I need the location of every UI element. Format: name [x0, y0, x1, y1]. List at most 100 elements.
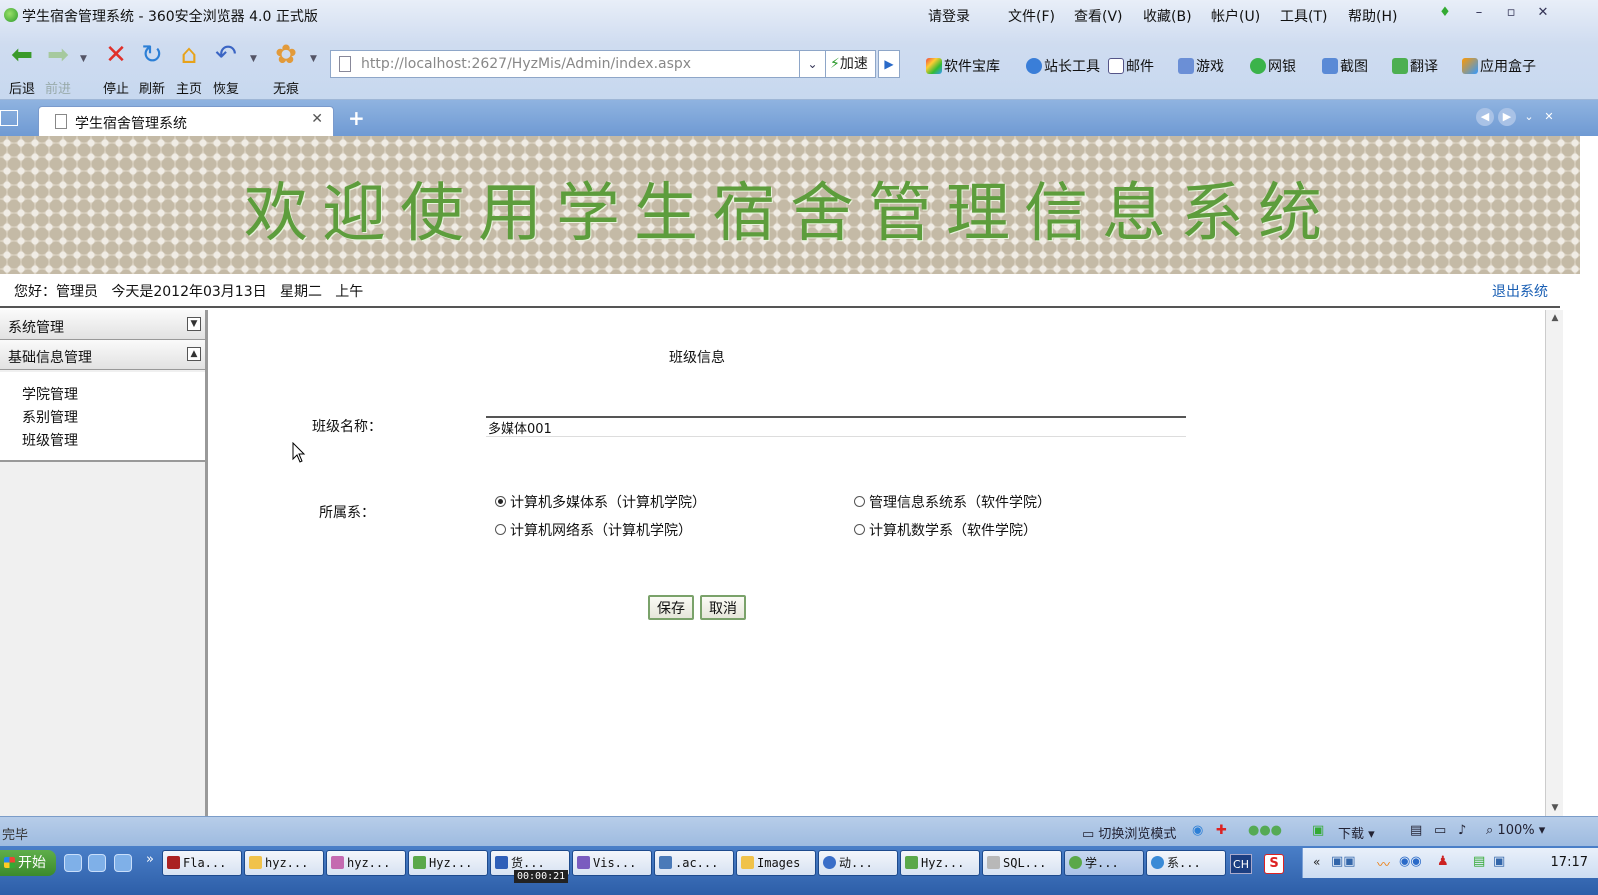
tool-app-box[interactable]: 应用盒子 — [1462, 56, 1536, 76]
address-dropdown-icon[interactable]: ⌄ — [800, 50, 826, 78]
class-name-input[interactable] — [486, 416, 1186, 437]
tool-screenshot[interactable]: 截图 — [1322, 56, 1368, 76]
tool-translate[interactable]: 翻译 — [1392, 56, 1438, 76]
address-bar[interactable]: http://localhost:2627/HyzMis/Admin/index… — [330, 50, 800, 78]
save-button[interactable]: 保存 — [648, 595, 694, 620]
stop-button[interactable]: ✕ 停止 — [96, 40, 136, 97]
incognito-button[interactable]: ✿ 无痕 — [266, 40, 306, 97]
vertical-scrollbar[interactable]: ▲ ▼ — [1545, 310, 1563, 816]
quicklaunch-app-icon[interactable] — [64, 854, 82, 872]
tool-games[interactable]: 游戏 — [1178, 56, 1224, 76]
menu-view[interactable]: 查看(V) — [1074, 6, 1123, 26]
expand-icon[interactable]: ▼ — [187, 317, 201, 331]
maximize-icon[interactable]: ▫ — [1502, 4, 1520, 22]
forward-dropdown-icon[interactable]: ▼ — [80, 54, 87, 64]
task-dorm-browser[interactable]: 学... — [1064, 850, 1144, 876]
nav-section-system[interactable]: 系统管理 ▼ — [0, 310, 205, 340]
tray-expand-icon[interactable]: « — [1313, 855, 1320, 869]
address-url[interactable]: http://localhost:2627/HyzMis/Admin/index… — [361, 56, 691, 72]
menu-help[interactable]: 帮助(H) — [1348, 6, 1397, 26]
screenshot-icon — [1322, 58, 1338, 74]
task-hyz-4[interactable]: Hyz... — [900, 850, 980, 876]
qq-icon[interactable]: ♟ — [1437, 854, 1449, 869]
logout-link[interactable]: 退出系统 — [1492, 281, 1548, 301]
go-button[interactable]: ▶ — [878, 50, 900, 78]
start-button[interactable]: 开始 — [0, 850, 56, 876]
forward-button[interactable]: ➡ 前进 — [38, 40, 78, 97]
accelerate-button[interactable]: ⚡加速 — [826, 50, 876, 78]
task-hyz-2[interactable]: hyz... — [326, 850, 406, 876]
menu-tools[interactable]: 工具(T) — [1280, 6, 1327, 26]
scroll-down-icon[interactable]: ▼ — [1549, 802, 1561, 814]
sidebar-toggle-icon[interactable] — [0, 110, 18, 126]
task-hyz-3[interactable]: Hyz... — [408, 850, 488, 876]
tray-monitor-icon[interactable]: ▤ — [1473, 854, 1485, 869]
cancel-button[interactable]: 取消 — [700, 595, 746, 620]
nav-item-college[interactable]: 学院管理 — [22, 384, 78, 404]
nav-item-class[interactable]: 班级管理 — [22, 430, 78, 450]
greeting-bar: 您好：管理员 今天是2012年03月13日 星期二 上午 退出系统 — [0, 274, 1560, 308]
tool-webmaster[interactable]: 站长工具 — [1026, 56, 1100, 76]
zoom-control[interactable]: ⌕ 100% ▾ — [1486, 823, 1545, 838]
dept-radio-mis[interactable]: 管理信息系统系（软件学院） — [854, 492, 1051, 512]
download-button[interactable]: 下载 ▾ — [1338, 823, 1375, 842]
task-animation[interactable]: 动... — [818, 850, 898, 876]
speaker-icon[interactable]: ♪ — [1458, 823, 1466, 838]
tray-app-icon[interactable]: 〰 — [1377, 854, 1390, 873]
new-tab-icon[interactable]: + — [348, 106, 365, 130]
scroll-tabs-right-icon[interactable]: ▶ — [1498, 108, 1516, 126]
close-window-icon[interactable]: ✕ — [1534, 4, 1552, 22]
tool-mail[interactable]: 邮件 — [1108, 56, 1154, 76]
scroll-tabs-left-icon[interactable]: ◀ — [1476, 108, 1494, 126]
close-tabs-icon[interactable]: ✕ — [1540, 108, 1558, 126]
collapse-icon[interactable]: ▲ — [187, 347, 201, 361]
nav-section-basic-info[interactable]: 基础信息管理 ▲ — [0, 340, 205, 370]
ime-indicator[interactable]: CH — [1230, 854, 1252, 874]
quicklaunch-ie-icon[interactable] — [114, 854, 132, 872]
menu-account[interactable]: 帐户(U) — [1211, 6, 1260, 26]
security-icon[interactable]: ✚ — [1216, 823, 1227, 838]
menu-favorites[interactable]: 收藏(B) — [1143, 6, 1192, 26]
tray-display-icon[interactable]: ▣ — [1493, 854, 1505, 869]
tray-globe-icon[interactable]: ◉◉ — [1399, 854, 1422, 869]
task-system[interactable]: 系... — [1146, 850, 1226, 876]
tab-close-icon[interactable]: ✕ — [311, 111, 323, 127]
accelerator-icon[interactable]: ▣ — [1312, 823, 1324, 838]
task-visual-studio[interactable]: Vis... — [572, 850, 652, 876]
scroll-up-icon[interactable]: ▲ — [1549, 312, 1561, 324]
task-folder-hyz[interactable]: hyz... — [244, 850, 324, 876]
more-quicklaunch-icon[interactable]: » — [146, 852, 154, 867]
window-icon[interactable]: ▭ — [1434, 823, 1446, 838]
menu-file[interactable]: 文件(F) — [1008, 6, 1055, 26]
switch-mode-button[interactable]: ▭ 切换浏览模式 — [1082, 823, 1176, 842]
restore-dropdown-icon[interactable]: ▼ — [250, 54, 257, 64]
dept-radio-multimedia[interactable]: 计算机多媒体系（计算机学院） — [495, 492, 706, 512]
home-button[interactable]: ⌂ 主页 — [169, 40, 209, 97]
task-ac[interactable]: .ac... — [654, 850, 734, 876]
refresh-button[interactable]: ↻ 刷新 — [132, 40, 172, 97]
dept-radio-network[interactable]: 计算机网络系（计算机学院） — [495, 520, 692, 540]
minimize-icon[interactable]: – — [1470, 4, 1488, 22]
skin-icon[interactable]: ♦ — [1436, 4, 1454, 22]
quicklaunch-browser-icon[interactable] — [88, 854, 106, 872]
dept-radio-math[interactable]: 计算机数学系（软件学院） — [854, 520, 1037, 540]
tool-ebank[interactable]: 网银 — [1250, 56, 1296, 76]
restore-button[interactable]: ↶ 恢复 — [206, 40, 246, 97]
task-flash[interactable]: Fla... — [162, 850, 242, 876]
toggle-switch-icon[interactable]: ●●● — [1248, 823, 1282, 838]
nav-item-department[interactable]: 系别管理 — [22, 407, 78, 427]
title-bar: 学生宿舍管理系统 - 360安全浏览器 4.0 正式版 请登录 文件(F) 查看… — [0, 0, 1598, 30]
incognito-dropdown-icon[interactable]: ▼ — [310, 54, 317, 64]
note-icon[interactable]: ▤ — [1410, 823, 1422, 838]
tab-dorm-system[interactable]: 学生宿舍管理系统 ✕ — [38, 106, 334, 136]
tool-software-store[interactable]: 软件宝库 — [926, 56, 1000, 76]
task-sql[interactable]: SQL... — [982, 850, 1062, 876]
task-images[interactable]: Images — [736, 850, 816, 876]
status-text: 完毕 — [2, 828, 29, 843]
sogou-icon[interactable]: S — [1264, 854, 1284, 874]
back-button[interactable]: ⬅ 后退 — [2, 40, 42, 97]
login-menu[interactable]: 请登录 — [928, 6, 970, 26]
tab-list-icon[interactable]: ⌄ — [1520, 108, 1538, 126]
ie-mode-icon[interactable]: ◉ — [1192, 823, 1203, 838]
network-icon[interactable]: ▣▣ — [1331, 854, 1356, 869]
